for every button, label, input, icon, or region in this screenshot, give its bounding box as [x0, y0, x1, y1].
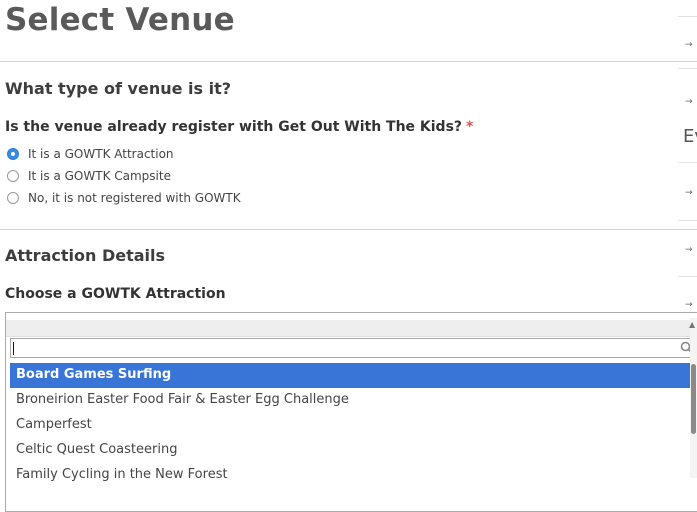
attraction-details-heading: Attraction Details	[5, 246, 166, 265]
list-item[interactable]: Board Games Surfing	[10, 363, 691, 388]
required-mark: *	[466, 119, 474, 135]
section-divider	[0, 61, 697, 62]
question-text: Is the venue already register with Get O…	[5, 119, 463, 135]
venue-type-heading: What type of venue is it?	[5, 79, 232, 98]
scrollbar-thumb[interactable]	[691, 364, 696, 434]
list-item[interactable]: Celtic Quest Coasteering	[10, 438, 691, 463]
attraction-results-list: Board Games Surfing Broneirion Easter Fo…	[10, 363, 691, 483]
arrow-icon[interactable]: →	[685, 188, 693, 198]
right-partial-text: Ev	[683, 126, 697, 147]
right-divider	[678, 220, 697, 221]
page-title: Select Venue	[5, 2, 235, 38]
right-divider	[678, 276, 697, 277]
venue-registered-question: Is the venue already register with Get O…	[5, 119, 473, 135]
list-item[interactable]: Camperfest	[10, 413, 691, 438]
radio-option-not-registered[interactable]: No, it is not registered with GOWTK	[7, 188, 241, 208]
list-item[interactable]: Broneirion Easter Food Fair & Easter Egg…	[10, 388, 691, 413]
arrow-icon[interactable]: →	[685, 300, 693, 310]
right-divider	[678, 68, 697, 69]
attraction-search-input[interactable]	[10, 338, 696, 358]
text-caret	[13, 342, 14, 355]
attraction-select-current[interactable]	[6, 320, 692, 337]
choose-attraction-label: Choose a GOWTK Attraction	[5, 286, 226, 302]
arrow-icon[interactable]: →	[685, 40, 693, 50]
right-divider	[678, 162, 697, 163]
radio-button[interactable]	[7, 192, 19, 204]
arrow-icon[interactable]: →	[685, 97, 693, 107]
radio-label[interactable]: It is a GOWTK Attraction	[28, 147, 174, 161]
radio-option-attraction[interactable]: It is a GOWTK Attraction	[7, 144, 174, 164]
radio-button-checked[interactable]	[7, 148, 19, 160]
list-item[interactable]: Family Cycling in the New Forest	[10, 463, 691, 483]
scroll-up-icon[interactable]: ▲	[689, 320, 695, 329]
radio-label[interactable]: No, it is not registered with GOWTK	[28, 191, 241, 205]
arrow-icon[interactable]: →	[685, 245, 693, 255]
radio-option-campsite[interactable]: It is a GOWTK Campsite	[7, 166, 171, 186]
radio-label[interactable]: It is a GOWTK Campsite	[28, 169, 171, 183]
radio-button[interactable]	[7, 170, 19, 182]
right-divider	[678, 16, 697, 17]
section-divider	[0, 229, 697, 230]
